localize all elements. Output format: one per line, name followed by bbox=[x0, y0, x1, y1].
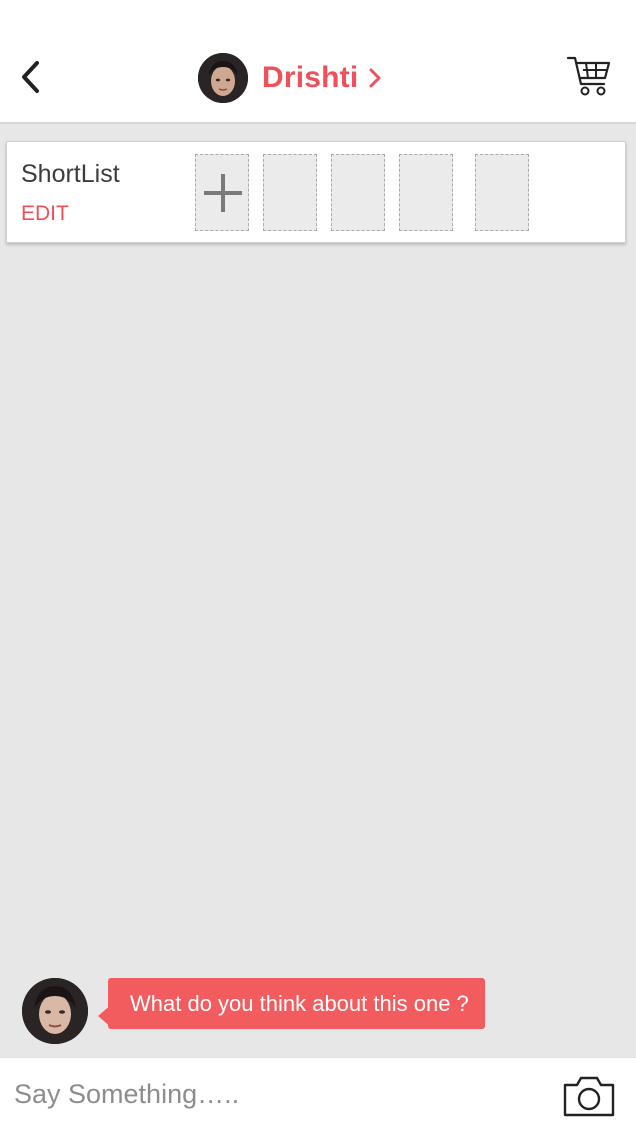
camera-button[interactable] bbox=[562, 1074, 616, 1118]
shortlist-card: ShortList EDIT bbox=[6, 141, 626, 243]
message-composer bbox=[0, 1057, 636, 1128]
add-shortlist-item-button[interactable] bbox=[195, 154, 249, 231]
avatar bbox=[22, 978, 88, 1044]
contact-name: Drishti bbox=[262, 61, 359, 94]
shortlist-empty-slot bbox=[399, 154, 453, 231]
edit-shortlist-button[interactable]: EDIT bbox=[21, 202, 69, 226]
back-button[interactable] bbox=[14, 56, 50, 98]
chevron-left-icon bbox=[22, 61, 39, 93]
cart-icon bbox=[566, 56, 611, 96]
message-input[interactable] bbox=[14, 1068, 534, 1120]
contact-profile-link[interactable]: Drishti bbox=[198, 52, 382, 104]
camera-icon bbox=[563, 1076, 615, 1117]
cart-button[interactable] bbox=[566, 54, 612, 98]
chat-header: Drishti bbox=[0, 0, 636, 124]
avatar bbox=[198, 53, 248, 103]
shortlist-empty-slot bbox=[475, 154, 529, 231]
plus-icon bbox=[204, 174, 242, 212]
chevron-right-icon bbox=[369, 68, 381, 88]
message-bubble: What do you think about this one ? bbox=[108, 978, 485, 1029]
shortlist-empty-slot bbox=[263, 154, 317, 231]
shortlist-title: ShortList bbox=[21, 160, 120, 188]
shortlist-empty-slot bbox=[331, 154, 385, 231]
